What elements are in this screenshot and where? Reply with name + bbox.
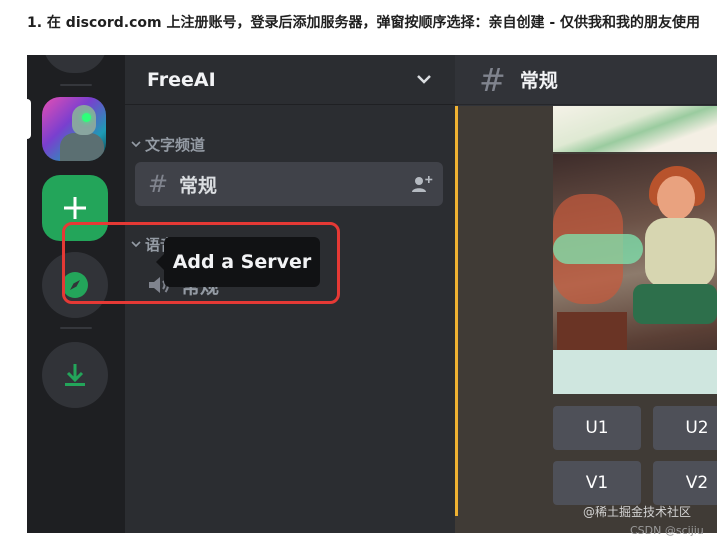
- upscale-2-button[interactable]: U2: [653, 406, 717, 450]
- image-green-light: [553, 234, 643, 264]
- channel-header: # 常规: [455, 55, 717, 105]
- selected-server-indicator: [27, 99, 31, 139]
- avatar-robot-eye: [82, 113, 91, 122]
- channel-label: 常规: [179, 174, 218, 197]
- image-figure-body: [645, 218, 715, 288]
- chevron-down-icon: [417, 75, 431, 84]
- invite-icon[interactable]: [411, 174, 433, 194]
- watermark-juejin: @稀土掘金技术社区: [583, 505, 692, 519]
- image-figure-skirt: [633, 284, 717, 324]
- server-name: FreeAI: [147, 68, 216, 91]
- variation-2-button[interactable]: V2: [653, 461, 717, 505]
- generated-image-previous[interactable]: [553, 106, 717, 152]
- instruction-caption: 1. 在 discord.com 上注册账号，登录后添加服务器，弹窗按顺序选择：…: [27, 15, 701, 31]
- message-highlight-bar: [455, 106, 458, 516]
- image-bed: [553, 350, 717, 394]
- download-icon: [65, 364, 85, 386]
- message-list: U1 U2 V1 V2: [455, 106, 717, 533]
- rail-separator: [60, 84, 92, 86]
- hash-icon: #: [479, 60, 506, 99]
- avatar-robot-body: [60, 133, 104, 161]
- plus-icon: [64, 197, 86, 219]
- channel-title: 常规: [519, 70, 558, 92]
- hash-icon: #: [147, 170, 169, 198]
- upscale-1-button[interactable]: U1: [553, 406, 641, 450]
- download-apps-button[interactable]: [42, 342, 108, 408]
- discord-window: FreeAI 文字频道 # 常规 语音频道: [27, 55, 717, 533]
- main-chat-area: # 常规 U1 U2 V1 V2: [455, 55, 717, 533]
- category-text-channels[interactable]: 文字频道: [131, 133, 205, 155]
- category-chevron-icon: [131, 141, 141, 148]
- rail-separator: [60, 327, 92, 329]
- server-header[interactable]: FreeAI: [125, 55, 455, 105]
- annotation-highlight-box: [62, 222, 340, 304]
- server-icon-freeai[interactable]: [42, 97, 106, 161]
- generated-image[interactable]: [553, 154, 717, 394]
- image-figure-head: [657, 176, 695, 220]
- category-label: 文字频道: [145, 135, 206, 154]
- image-nightstand: [557, 312, 627, 352]
- variation-1-button[interactable]: V1: [553, 461, 641, 505]
- home-button[interactable]: [43, 55, 107, 73]
- channel-text-general[interactable]: # 常规: [135, 162, 443, 206]
- watermark-csdn: CSDN @scijiu: [630, 524, 704, 537]
